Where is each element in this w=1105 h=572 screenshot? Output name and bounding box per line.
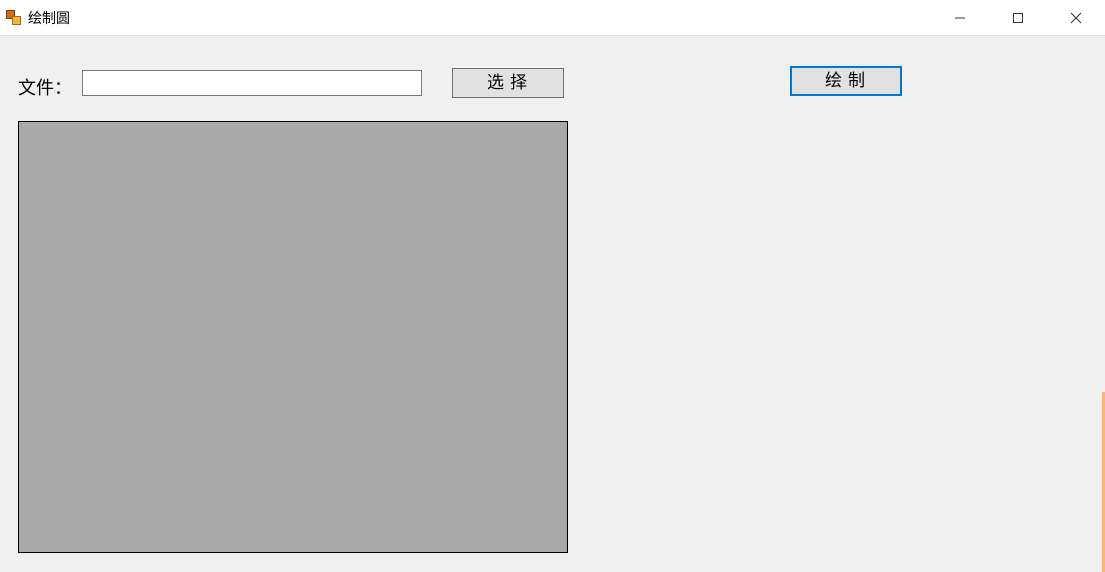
drawing-canvas bbox=[18, 121, 568, 553]
title-bar: 绘制圆 bbox=[0, 0, 1105, 36]
file-path-input[interactable] bbox=[82, 70, 422, 96]
file-label: 文件： bbox=[18, 74, 72, 100]
maximize-button[interactable] bbox=[989, 0, 1047, 35]
close-button[interactable] bbox=[1047, 0, 1105, 35]
minimize-button[interactable] bbox=[931, 0, 989, 35]
draw-button[interactable]: 绘制 bbox=[790, 66, 902, 96]
app-icon bbox=[6, 10, 22, 26]
select-file-button[interactable]: 选择 bbox=[452, 68, 564, 98]
window-controls bbox=[931, 0, 1105, 35]
window-title: 绘制圆 bbox=[28, 8, 70, 28]
client-area: 文件： 选择 绘制 bbox=[0, 36, 1105, 572]
title-left: 绘制圆 bbox=[6, 8, 70, 28]
